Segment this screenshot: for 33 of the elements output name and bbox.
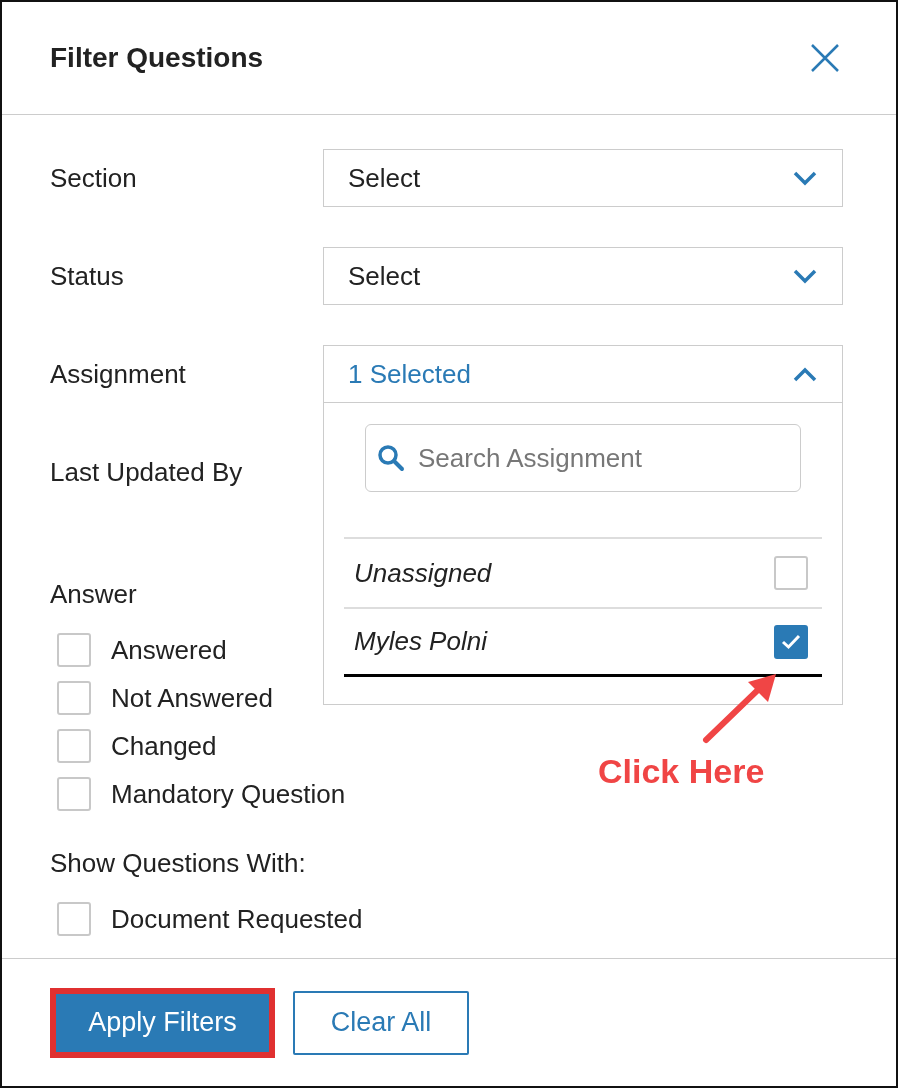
checkbox-label: Changed: [111, 730, 217, 762]
caret-icon: [792, 170, 818, 186]
clear-button[interactable]: Clear All: [293, 990, 469, 1055]
field-label: Assignment: [50, 358, 187, 390]
checkbox[interactable]: [57, 633, 91, 667]
field-label: Last Updated By: [50, 456, 244, 488]
field-label: Section: [50, 162, 138, 194]
checkbox-label: Mandatory Question: [111, 778, 346, 810]
checkbox[interactable]: [774, 556, 808, 590]
field-label: Status: [50, 260, 125, 292]
check-icon: [781, 633, 801, 650]
dialog-title: Filter Questions: [50, 42, 264, 74]
dropdown-option[interactable]: Myles Polni: [344, 607, 822, 677]
dropdown-option[interactable]: Unassigned: [344, 537, 822, 607]
caret-icon: [792, 268, 818, 284]
search-icon: [377, 444, 405, 472]
checkbox-label: Answered: [111, 634, 227, 666]
search-field[interactable]: Search Assignment: [365, 424, 801, 492]
checkbox[interactable]: [57, 902, 91, 936]
close-icon[interactable]: [810, 43, 840, 73]
dropdown-select[interactable]: Select: [323, 247, 843, 305]
section-heading: Answer: [50, 579, 138, 610]
checkbox-label: Not Answered: [111, 682, 273, 714]
checkbox[interactable]: [57, 729, 91, 763]
dropdown-select[interactable]: 1 Selected: [323, 345, 843, 403]
checkbox[interactable]: [57, 681, 91, 715]
checkbox[interactable]: [774, 624, 808, 659]
section-heading: Show Questions With:: [50, 848, 307, 879]
checkbox-label: Document Requested: [111, 903, 363, 935]
dropdown-select[interactable]: Select: [323, 149, 843, 207]
checkbox[interactable]: [57, 777, 91, 811]
caret-icon: [792, 366, 818, 382]
annotation-text: Click Here: [598, 752, 765, 791]
